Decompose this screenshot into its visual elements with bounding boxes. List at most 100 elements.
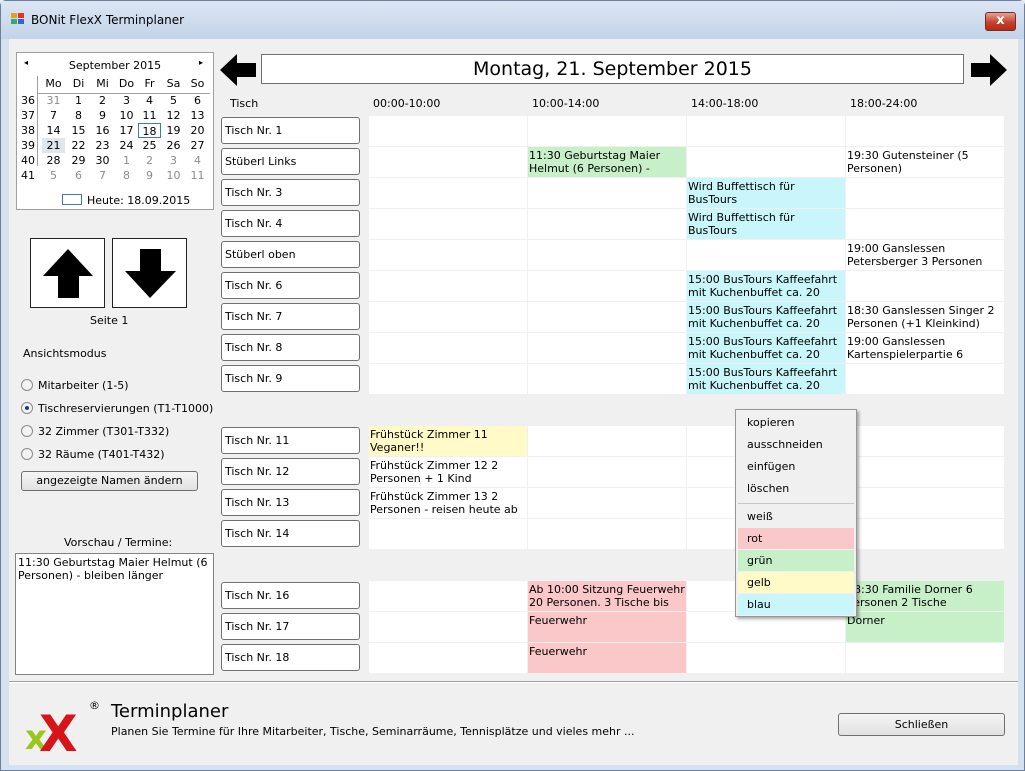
calendar-day[interactable]: 21: [42, 138, 65, 153]
calendar-day[interactable]: 10: [162, 168, 185, 183]
month-calendar[interactable]: ◂ September 2015 ▸ Mo Di Mi Do Fr Sa So 36 31 1 2 3…: [16, 52, 214, 210]
schedule-cell[interactable]: [528, 271, 687, 302]
calendar-day[interactable]: 20: [186, 123, 209, 138]
calendar-day[interactable]: 8: [67, 108, 90, 123]
schedule-cell[interactable]: Feuerwehr: [528, 643, 687, 674]
calendar-day[interactable]: 4: [138, 93, 161, 108]
schedule-cell[interactable]: [846, 178, 1005, 209]
view-mode-option[interactable]: 32 Zimmer (T301-T332): [21, 424, 169, 440]
calendar-day[interactable]: 15: [67, 123, 90, 138]
row-button[interactable]: Tisch Nr. 13: [221, 489, 360, 516]
calendar-day[interactable]: 23: [91, 138, 114, 153]
calendar-day[interactable]: 27: [186, 138, 209, 153]
view-mode-option[interactable]: 32 Räume (T401-T432): [21, 447, 165, 463]
schedule-cell[interactable]: Feuerwehr: [528, 612, 687, 643]
radio-icon[interactable]: [21, 402, 33, 414]
calendar-day[interactable]: 26: [162, 138, 185, 153]
calendar-day[interactable]: 9: [138, 168, 161, 183]
schedule-cell[interactable]: [369, 178, 528, 209]
context-menu-action[interactable]: einfügen: [738, 456, 854, 477]
context-menu-color[interactable]: grün: [738, 550, 854, 571]
schedule-cell[interactable]: 15:00 BusTours Kaffeefahrt mit Kuchenbuf…: [687, 364, 846, 395]
page-up-button[interactable]: [30, 238, 105, 308]
schedule-cell[interactable]: [528, 333, 687, 364]
schedule-cell[interactable]: [846, 209, 1005, 240]
calendar-day[interactable]: 31: [42, 93, 65, 108]
schedule-cell[interactable]: [369, 116, 528, 147]
schedule-cell[interactable]: 18:30 Ganslessen Singer 2 Personen (+1 K…: [846, 302, 1005, 333]
row-button[interactable]: Tisch Nr. 11: [221, 427, 360, 454]
schedule-cell[interactable]: [846, 271, 1005, 302]
schedule-cell[interactable]: 15:00 BusTours Kaffeefahrt mit Kuchenbuf…: [687, 302, 846, 333]
context-menu-action[interactable]: kopieren: [738, 412, 854, 433]
schedule-cell[interactable]: [369, 302, 528, 333]
row-button[interactable]: Tisch Nr. 9: [221, 365, 360, 392]
schedule-cell[interactable]: [528, 116, 687, 147]
row-button[interactable]: Tisch Nr. 18: [221, 644, 360, 671]
schedule-cell[interactable]: [528, 302, 687, 333]
schedule-cell[interactable]: [846, 364, 1005, 395]
calendar-day[interactable]: 11: [186, 168, 209, 183]
schedule-cell[interactable]: [846, 457, 1005, 488]
calendar-day[interactable]: 13: [186, 108, 209, 123]
schedule-cell[interactable]: [528, 209, 687, 240]
calendar-day[interactable]: 1: [115, 153, 138, 168]
schedule-cell[interactable]: [846, 116, 1005, 147]
schedule-cell[interactable]: [528, 240, 687, 271]
calendar-day[interactable]: 5: [162, 93, 185, 108]
schedule-cell[interactable]: [687, 147, 846, 178]
calendar-day[interactable]: 6: [186, 93, 209, 108]
schedule-cell[interactable]: [369, 581, 528, 612]
calendar-day[interactable]: 28: [42, 153, 65, 168]
calendar-day[interactable]: 9: [91, 108, 114, 123]
schedule-cell[interactable]: [369, 333, 528, 364]
context-menu-color[interactable]: gelb: [738, 572, 854, 593]
schedule-cell[interactable]: 19:00 Ganslessen Kartenspielerpartie 6 P…: [846, 333, 1005, 364]
calendar-day[interactable]: 16: [91, 123, 114, 138]
calendar-day[interactable]: 7: [91, 168, 114, 183]
row-button[interactable]: Tisch Nr. 14: [221, 520, 360, 547]
row-button[interactable]: Tisch Nr. 3: [221, 179, 360, 206]
schedule-cell[interactable]: [846, 488, 1005, 519]
schedule-cell[interactable]: [369, 147, 528, 178]
calendar-day[interactable]: 14: [42, 123, 65, 138]
row-button[interactable]: Tisch Nr. 12: [221, 458, 360, 485]
schedule-cell[interactable]: 18:30 Familie Dorner 6 Personen 2 Tische: [846, 581, 1005, 612]
schedule-cell[interactable]: Frühstück Zimmer 12 2 Personen + 1 Kind: [369, 457, 528, 488]
calendar-day[interactable]: 3: [115, 93, 138, 108]
calendar-day[interactable]: 10: [115, 108, 138, 123]
next-day-icon[interactable]: [969, 54, 1007, 86]
row-button[interactable]: Tisch Nr. 16: [221, 582, 360, 609]
context-menu-color[interactable]: rot: [738, 528, 854, 549]
calendar-day[interactable]: 2: [138, 153, 161, 168]
schedule-cell[interactable]: [528, 364, 687, 395]
schedule-cell[interactable]: Dorner: [846, 612, 1005, 643]
page-down-button[interactable]: [112, 238, 187, 308]
calendar-day[interactable]: 30: [91, 153, 114, 168]
schedule-cell[interactable]: Wird Buffettisch für BusTours: [687, 209, 846, 240]
calendar-day[interactable]: 25: [138, 138, 161, 153]
schedule-cell[interactable]: [369, 209, 528, 240]
window-close-button[interactable]: x: [985, 12, 1016, 31]
schedule-cell[interactable]: [528, 178, 687, 209]
view-mode-option[interactable]: Mitarbeiter (1-5): [21, 378, 129, 394]
schedule-cell[interactable]: [687, 643, 846, 674]
schedule-cell[interactable]: [369, 271, 528, 302]
schedule-cell[interactable]: Ab 10:00 Sitzung Feuerwehr 20 Personen. …: [528, 581, 687, 612]
calendar-next-icon[interactable]: ▸: [199, 58, 203, 67]
calendar-day[interactable]: 4: [186, 153, 209, 168]
calendar-day[interactable]: 5: [42, 168, 65, 183]
context-menu-action[interactable]: ausschneiden: [738, 434, 854, 455]
context-menu-action[interactable]: löschen: [738, 478, 854, 499]
radio-icon[interactable]: [21, 379, 33, 391]
calendar-day[interactable]: 2: [91, 93, 114, 108]
schedule-cell[interactable]: 19:00 Ganslessen Petersberger 3 Personen: [846, 240, 1005, 271]
row-button[interactable]: Tisch Nr. 6: [221, 272, 360, 299]
schedule-cell[interactable]: 19:30 Gutensteiner (5 Personen): [846, 147, 1005, 178]
calendar-day[interactable]: 12: [162, 108, 185, 123]
calendar-day[interactable]: 8: [115, 168, 138, 183]
schedule-cell[interactable]: [528, 519, 687, 550]
schedule-cell[interactable]: 15:00 BusTours Kaffeefahrt mit Kuchenbuf…: [687, 333, 846, 364]
schedule-cell[interactable]: [846, 426, 1005, 457]
schedule-cell[interactable]: Frühstück Zimmer 11 Veganer!!: [369, 426, 528, 457]
